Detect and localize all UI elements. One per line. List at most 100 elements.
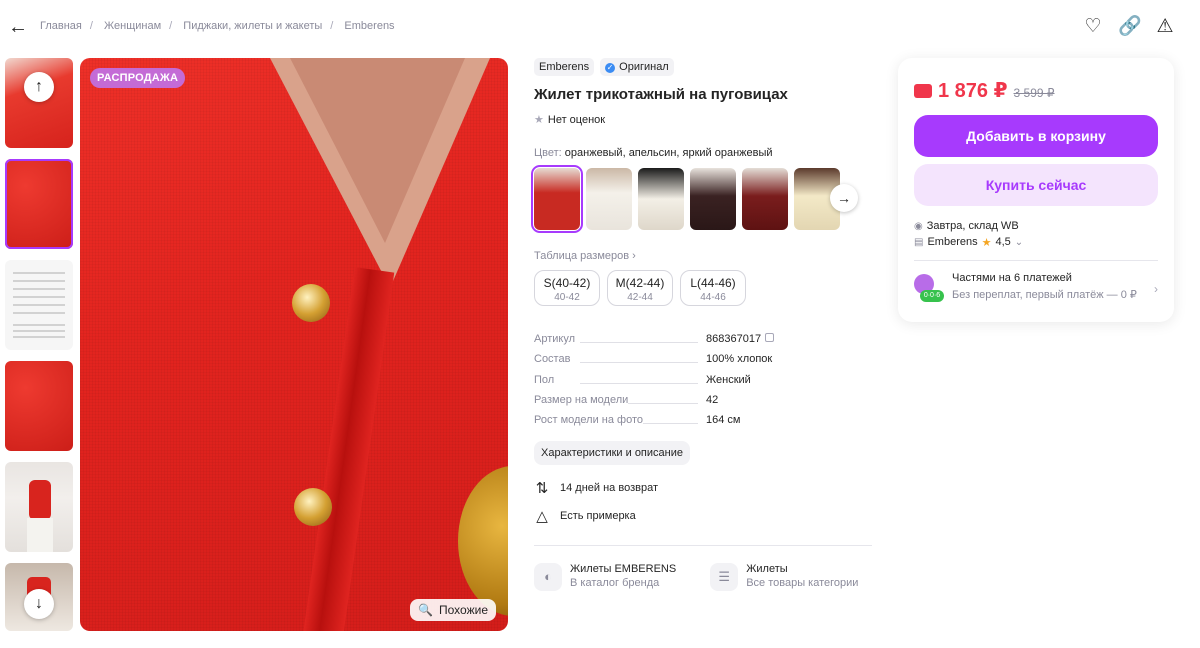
- breadcrumb-separator: /: [169, 20, 173, 32]
- thumbnail[interactable]: ↑: [5, 58, 73, 148]
- original-chip: ✓ Оригинал: [600, 58, 674, 76]
- color-swatch[interactable]: [586, 168, 632, 230]
- image-neckline-shadow: [290, 58, 465, 243]
- breadcrumb-item[interactable]: Женщинам: [104, 20, 161, 32]
- delivery-info: ◉ Завтра, склад WB ▤ Emberens ★ 4,5 ⌄: [914, 218, 1023, 250]
- size-table-label: Таблица размеров: [534, 250, 630, 262]
- back-arrow-icon[interactable]: ←: [8, 17, 28, 37]
- return-icon: ⇅: [535, 480, 549, 498]
- buy-now-button[interactable]: Купить сейчас: [914, 164, 1158, 206]
- spec-value: 100% хлопок: [706, 353, 773, 366]
- spec-key: Рост модели на фото: [534, 414, 644, 427]
- breadcrumb: Главная / Женщинам / Пиджаки, жилеты и жак…: [40, 20, 395, 32]
- spec-value: 42: [706, 394, 719, 407]
- similar-label: Похожие: [439, 603, 488, 617]
- category-link[interactable]: ☰ Жилеты Все товары категории: [710, 563, 859, 592]
- thumbnail-selected[interactable]: [5, 159, 73, 249]
- hanger-icon: △: [536, 508, 548, 526]
- link-sub: Все товары категории: [746, 577, 859, 590]
- store-icon: ▤: [914, 236, 924, 248]
- current-price: 1 876 ₽: [938, 80, 1008, 102]
- size-sub: 44-46: [700, 292, 726, 303]
- color-value: оранжевый, апельсин, яркий оранжевый: [564, 147, 773, 159]
- feature-text: Есть примерка: [560, 510, 636, 523]
- arrow-up-icon[interactable]: ↑: [24, 72, 54, 102]
- spec-value: 164 см: [706, 414, 741, 427]
- seller-rating: 4,5: [995, 236, 1011, 248]
- arrow-down-icon[interactable]: ↓: [24, 589, 54, 619]
- thumbnail[interactable]: [5, 361, 73, 451]
- image-gold-button: [292, 284, 330, 322]
- price-block: 1 876 ₽ 3 599 ₽: [914, 78, 1055, 103]
- similar-button[interactable]: 🔍 Похожие: [410, 599, 496, 621]
- star-icon: ★: [981, 236, 992, 249]
- delivery-text: Завтра, склад WB: [926, 220, 1019, 232]
- product-title: Жилет трикотажный на пуговицах: [534, 86, 788, 103]
- characteristics-button[interactable]: Характеристики и описание: [534, 441, 690, 466]
- size-sub: 42-44: [627, 292, 653, 303]
- tag-icon: ◐: [534, 563, 562, 592]
- spec-value: 868367017: [706, 333, 762, 346]
- size-option[interactable]: M(42-44) 42-44: [607, 270, 673, 306]
- color-line: Цвет: оранжевый, апельсин, яркий оранжев…: [534, 147, 874, 159]
- color-swatch[interactable]: [638, 168, 684, 230]
- installments-icon: 0·0·6: [914, 272, 944, 304]
- heart-icon[interactable]: ♡: [1082, 16, 1104, 38]
- chevron-right-icon: ›: [1154, 282, 1158, 296]
- divider: [534, 545, 872, 547]
- top-bar: ← Главная / Женщинам / Пиджаки, жилеты и ж…: [0, 0, 1200, 56]
- link-sub: В каталог бренда: [570, 577, 660, 590]
- thumbnail[interactable]: [5, 260, 73, 350]
- installments[interactable]: 0·0·6 Частями на 6 платежей Без переплат…: [914, 272, 1158, 304]
- thumbnail[interactable]: [5, 462, 73, 552]
- spec-key: Состав: [534, 353, 571, 366]
- brand-chip[interactable]: Emberens: [534, 58, 595, 76]
- spec-key: Артикул: [534, 333, 576, 346]
- add-to-cart-button[interactable]: Добавить в корзину: [914, 115, 1158, 157]
- link-icon[interactable]: 🔗: [1118, 16, 1142, 38]
- breadcrumb-item[interactable]: Emberens: [344, 20, 394, 32]
- feature-return: ⇅ 14 дней на возврат: [534, 479, 874, 497]
- breadcrumb-separator: /: [89, 20, 93, 32]
- seller-name[interactable]: Emberens: [927, 236, 977, 248]
- size-sub: 40-42: [554, 292, 580, 303]
- link-title: Жилеты: [746, 563, 788, 576]
- size-option[interactable]: L(44-46) 44-46: [680, 270, 746, 306]
- size-main: L(44-46): [690, 276, 736, 290]
- check-badge-icon: ✓: [605, 63, 616, 73]
- image-placket: [301, 267, 395, 631]
- catalog-links: ◐ Жилеты EMBERENS В каталог бренда ☰ Жилеты…: [534, 563, 874, 592]
- product-info: Emberens ✓ Оригинал Жилет трикотажный на …: [531, 58, 874, 592]
- installments-badge: 0·0·6: [920, 290, 944, 302]
- layers-icon: ☰: [710, 563, 739, 592]
- spec-row: Размер на модели 42: [534, 390, 874, 410]
- sale-badge: РАСПРОДАЖА: [90, 68, 186, 88]
- color-swatches: →: [531, 165, 874, 233]
- clock-icon: ◉: [914, 220, 923, 232]
- thumbnail[interactable]: ↓: [5, 563, 73, 631]
- brand-catalog-link[interactable]: ◐ Жилеты EMBERENS В каталог бренда: [534, 563, 676, 592]
- thumbnail-strip: ↑ ↓: [5, 58, 73, 642]
- report-icon[interactable]: ⚠: [1154, 16, 1176, 38]
- breadcrumb-item[interactable]: Пиджаки, жилеты и жакеты: [183, 20, 322, 32]
- breadcrumb-item[interactable]: Главная: [40, 20, 82, 32]
- feature-text: 14 дней на возврат: [560, 482, 658, 495]
- size-options: S(40-42) 40-42 M(42-44) 42-44 L(44-46) 44-4…: [534, 270, 874, 306]
- similar-search-icon: 🔍: [418, 603, 434, 617]
- color-swatch[interactable]: [742, 168, 788, 230]
- copy-icon[interactable]: [765, 333, 775, 343]
- color-swatch[interactable]: [690, 168, 736, 230]
- spec-value: Женский: [706, 373, 751, 386]
- color-swatch-selected[interactable]: [531, 165, 583, 233]
- main-product-image[interactable]: РАСПРОДАЖА 🔍 Похожие: [80, 58, 508, 631]
- spec-row: Пол Женский: [534, 370, 874, 390]
- image-gold-accessory: [458, 466, 508, 616]
- spec-row: Артикул 868367017: [534, 329, 874, 349]
- rating-text[interactable]: Нет оценок: [548, 114, 605, 126]
- color-label: Цвет:: [534, 147, 562, 159]
- arrow-right-icon[interactable]: →: [830, 184, 858, 212]
- star-icon: ★: [534, 114, 544, 126]
- size-option[interactable]: S(40-42) 40-42: [534, 270, 600, 306]
- size-table-link[interactable]: Таблица размеров ›: [534, 250, 874, 262]
- chevron-down-icon[interactable]: ⌄: [1015, 237, 1023, 248]
